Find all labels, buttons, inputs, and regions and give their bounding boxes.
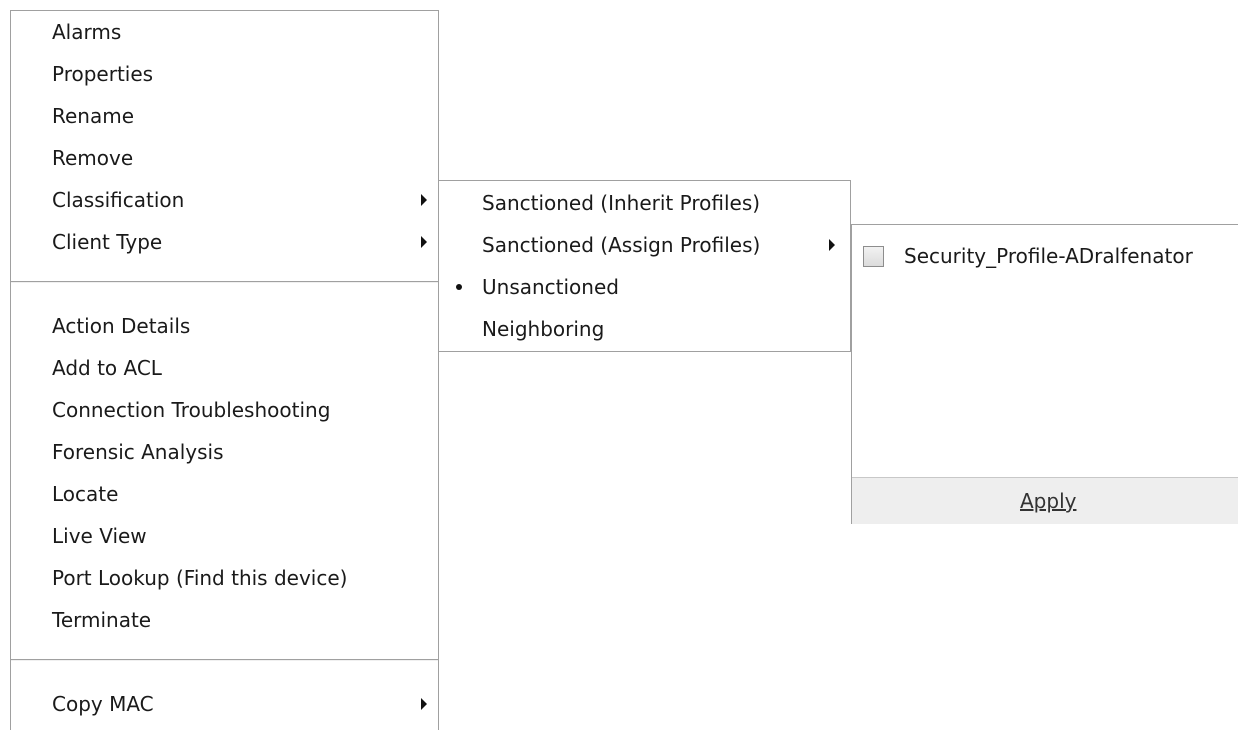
menu-item-sanctioned-inherit[interactable]: Sanctioned (Inherit Profiles) <box>439 182 850 224</box>
menu-item-label: Rename <box>52 104 135 128</box>
menu-item-forensic-analysis[interactable]: Forensic Analysis <box>11 431 438 473</box>
menu-item-live-view[interactable]: Live View <box>11 515 438 557</box>
menu-item-label: Forensic Analysis <box>52 440 224 464</box>
menu-item-label: Classification <box>52 188 185 212</box>
menu-item-label: Properties <box>52 62 154 86</box>
menu-item-label: Client Type <box>52 230 163 254</box>
context-menu: Alarms Properties Rename Remove Classifi… <box>10 10 439 730</box>
submenu-arrow-icon <box>829 239 835 251</box>
menu-item-remove[interactable]: Remove <box>11 137 438 179</box>
menu-item-unsanctioned[interactable]: Unsanctioned <box>439 266 850 308</box>
menu-item-label: Sanctioned (Inherit Profiles) <box>482 191 761 215</box>
menu-item-alarms[interactable]: Alarms <box>11 11 438 53</box>
menu-item-terminate[interactable]: Terminate <box>11 599 438 641</box>
menu-item-label: Unsanctioned <box>482 275 619 299</box>
apply-button[interactable]: Apply <box>1020 478 1076 525</box>
menu-item-label: Action Details <box>52 314 191 338</box>
menu-item-properties[interactable]: Properties <box>11 53 438 95</box>
menu-item-label: Remove <box>52 146 134 170</box>
selected-bullet-icon <box>456 284 462 290</box>
menu-item-classification[interactable]: Classification <box>11 179 438 221</box>
menu-separator <box>11 659 438 661</box>
profile-selection-panel: Security_Profile-ADralfenator Apply <box>851 224 1238 524</box>
apply-bar: Apply <box>852 477 1238 524</box>
menu-item-label: Neighboring <box>482 317 605 341</box>
menu-item-label: Port Lookup (Find this device) <box>52 566 348 590</box>
submenu-arrow-icon <box>421 194 427 206</box>
menu-item-locate[interactable]: Locate <box>11 473 438 515</box>
menu-item-label: Sanctioned (Assign Profiles) <box>482 233 761 257</box>
menu-item-port-lookup[interactable]: Port Lookup (Find this device) <box>11 557 438 599</box>
classification-submenu: Sanctioned (Inherit Profiles) Sanctioned… <box>438 180 851 352</box>
menu-item-copy-mac[interactable]: Copy MAC <box>11 683 438 725</box>
menu-item-sanctioned-assign[interactable]: Sanctioned (Assign Profiles) <box>439 224 850 266</box>
submenu-arrow-icon <box>421 698 427 710</box>
menu-item-label: Add to ACL <box>52 356 162 380</box>
profile-label: Security_Profile-ADralfenator <box>904 244 1193 268</box>
menu-item-label: Copy MAC <box>52 692 154 716</box>
menu-separator <box>11 281 438 283</box>
menu-item-neighboring[interactable]: Neighboring <box>439 308 850 350</box>
menu-item-label: Live View <box>52 524 147 548</box>
menu-item-label: Terminate <box>52 608 152 632</box>
menu-item-action-details[interactable]: Action Details <box>11 305 438 347</box>
profile-option[interactable]: Security_Profile-ADralfenator <box>852 235 1238 277</box>
menu-item-add-to-acl[interactable]: Add to ACL <box>11 347 438 389</box>
menu-item-connection-troubleshooting[interactable]: Connection Troubleshooting <box>11 389 438 431</box>
menu-item-rename[interactable]: Rename <box>11 95 438 137</box>
menu-item-client-type[interactable]: Client Type <box>11 221 438 263</box>
menu-item-label: Alarms <box>52 20 122 44</box>
menu-item-label: Connection Troubleshooting <box>52 398 331 422</box>
profile-checkbox[interactable] <box>863 246 884 267</box>
menu-item-label: Locate <box>52 482 119 506</box>
submenu-arrow-icon <box>421 236 427 248</box>
